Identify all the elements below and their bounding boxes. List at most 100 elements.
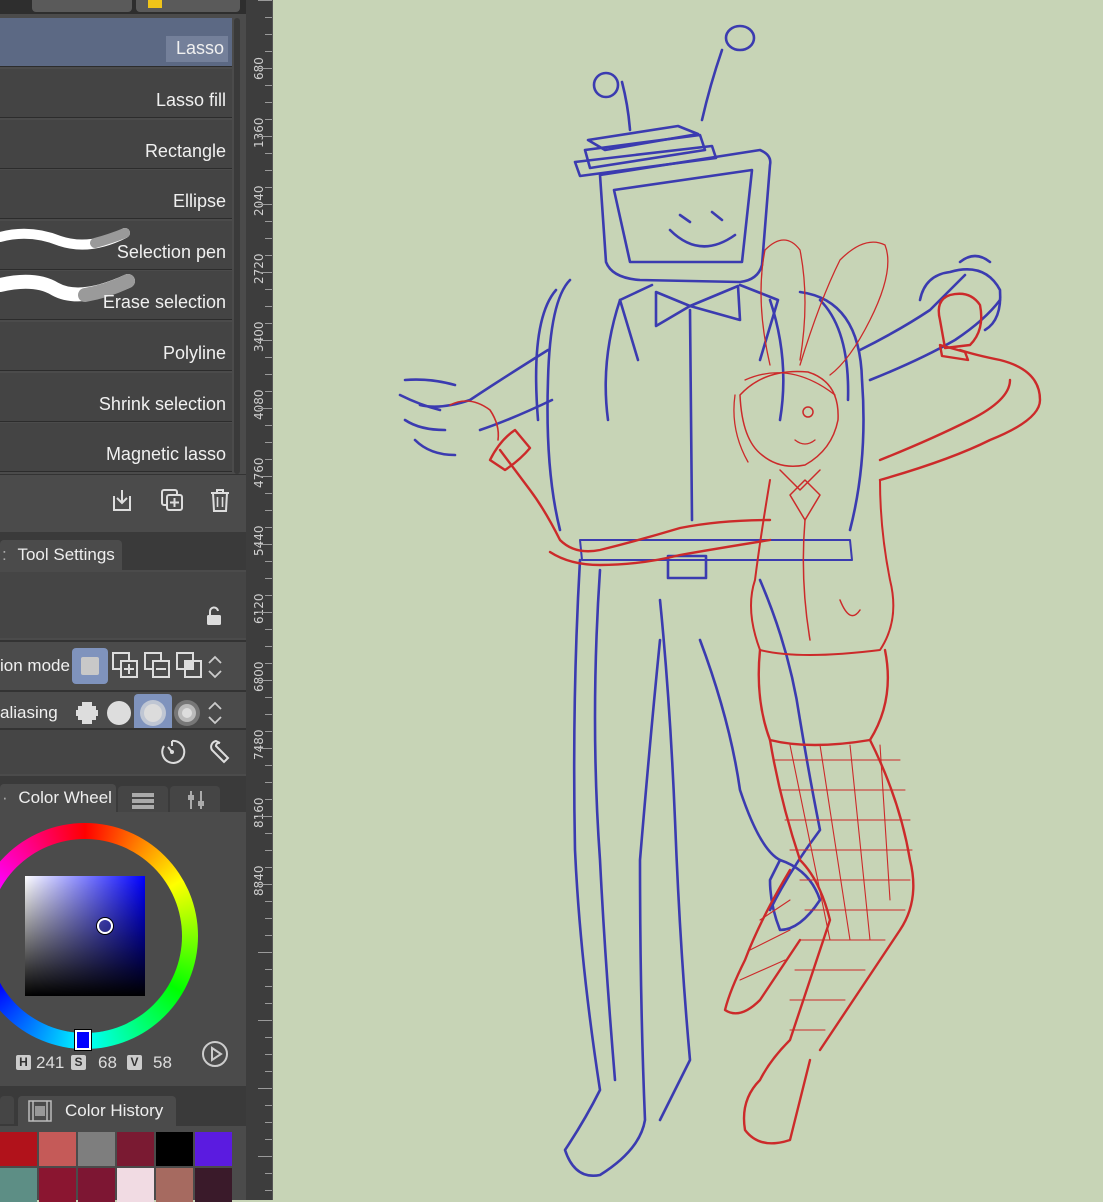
color-picker-handle[interactable]: [97, 918, 113, 934]
duplicate-icon[interactable]: [159, 487, 185, 513]
ruler-tick: [265, 867, 272, 868]
add-selection-icon[interactable]: [108, 648, 144, 684]
wrench-icon[interactable]: [206, 738, 234, 766]
tab-color-slider[interactable]: [118, 786, 168, 814]
hue-handle[interactable]: [75, 1030, 91, 1050]
sub-tool-scrollbar[interactable]: [234, 18, 240, 474]
subtool-label: Shrink selection: [98, 394, 226, 414]
ruler-tick: [265, 153, 272, 154]
ruler-label: 6800: [252, 661, 266, 692]
color-swatch[interactable]: [39, 1168, 76, 1202]
ruler-label: 5440: [252, 525, 266, 556]
stepper-icon[interactable]: [206, 698, 224, 728]
color-history-tabbar: Color History: [0, 1086, 246, 1126]
tab-color-wheel[interactable]: · Color Wheel: [0, 784, 116, 812]
sub-tool-list: Lasso Lasso fill Rectangle Ellipse Selec…: [0, 18, 232, 474]
ruler-tick: [265, 1139, 272, 1140]
subtool-lasso[interactable]: Lasso: [0, 18, 232, 67]
tab-prev[interactable]: [0, 1096, 14, 1124]
antialias-strong-icon[interactable]: [172, 698, 202, 728]
color-swatch[interactable]: [117, 1168, 154, 1202]
color-swatch[interactable]: [0, 1168, 37, 1202]
color-swatch[interactable]: [195, 1168, 232, 1202]
subtool-label: Ellipse: [172, 191, 226, 211]
sliders-icon: [132, 793, 154, 809]
ruler-tick: [265, 782, 272, 783]
tab-tool-settings[interactable]: : Tool Settings: [0, 540, 122, 570]
color-swatch[interactable]: [156, 1132, 193, 1166]
top-tab-1[interactable]: [32, 0, 132, 12]
subtool-label: Erase selection: [102, 292, 226, 312]
subtool-selection-pen[interactable]: Selection pen: [0, 221, 232, 270]
color-swatch[interactable]: [39, 1132, 76, 1166]
intersect-selection-icon[interactable]: [172, 648, 208, 684]
play-icon[interactable]: [201, 1040, 229, 1068]
ruler-tick: [265, 731, 272, 732]
ruler-tick: [265, 255, 272, 256]
subtool-lasso-fill[interactable]: Lasso fill: [0, 69, 232, 118]
saturation-value-square[interactable]: [25, 876, 145, 996]
ruler-tick: [265, 323, 272, 324]
subtool-ellipse[interactable]: Ellipse: [0, 170, 232, 219]
ruler-tick: [258, 340, 272, 341]
color-swatch[interactable]: [0, 1132, 37, 1166]
ruler-tick: [265, 646, 272, 647]
ruler-tick: [258, 68, 272, 69]
subtool-label: Polyline: [162, 343, 226, 363]
v-value: 58: [153, 1053, 172, 1072]
ruler-label: 8160: [252, 797, 266, 828]
subtool-erase-selection[interactable]: Erase selection: [0, 271, 232, 320]
antialias-medium-button[interactable]: [134, 694, 172, 732]
subtool-rectangle[interactable]: Rectangle: [0, 120, 232, 169]
ruler-tick: [265, 357, 272, 358]
import-icon[interactable]: [109, 487, 135, 513]
top-tab-2[interactable]: [136, 0, 240, 12]
color-swatch[interactable]: [156, 1168, 193, 1202]
ruler-tick: [258, 816, 272, 817]
ruler-tick: [265, 629, 272, 630]
subtract-selection-icon[interactable]: [140, 648, 176, 684]
ruler-tick: [265, 714, 272, 715]
subtool-label: Lasso fill: [155, 90, 226, 110]
ruler-tick: [265, 442, 272, 443]
color-history-grid: [0, 1130, 236, 1202]
selection-mode-label: ion mode: [0, 656, 70, 675]
ruler-tick: [265, 663, 272, 664]
top-tab-strip: [0, 0, 246, 14]
trash-icon[interactable]: [207, 487, 233, 513]
ruler-tick: [265, 119, 272, 120]
antialias-weak-icon[interactable]: [104, 698, 134, 728]
color-swatch[interactable]: [78, 1168, 115, 1202]
color-swatch[interactable]: [78, 1132, 115, 1166]
stepper-icon[interactable]: [206, 652, 224, 682]
subtool-magnetic-lasso[interactable]: Magnetic lasso: [0, 423, 232, 472]
subtool-label: Selection pen: [116, 242, 226, 262]
tab-color-set[interactable]: [170, 786, 220, 814]
blue-sketch: [398, 24, 1002, 1177]
s-value: 68: [98, 1053, 117, 1072]
ruler-tick: [258, 1088, 272, 1089]
pencil-icon: [148, 0, 162, 8]
tab-color-history[interactable]: Color History: [18, 1096, 176, 1126]
subtool-polyline[interactable]: Polyline: [0, 322, 232, 371]
adjust-sliders-icon: [188, 791, 204, 809]
drawing-canvas[interactable]: [273, 0, 1103, 1200]
ruler-tick: [265, 595, 272, 596]
aliased-icon[interactable]: [72, 698, 102, 728]
color-swatch[interactable]: [117, 1132, 154, 1166]
ruler-tick: [258, 612, 272, 613]
ruler-tick: [265, 102, 272, 103]
color-swatch[interactable]: [195, 1132, 232, 1166]
ruler-tick: [265, 221, 272, 222]
ruler-tick: [265, 1003, 272, 1004]
color-tabbar: · Color Wheel: [0, 776, 246, 814]
ruler-tick: [258, 272, 272, 273]
ruler-tick: [265, 833, 272, 834]
subtool-shrink-selection[interactable]: Shrink selection: [0, 373, 232, 422]
ruler-tick: [265, 765, 272, 766]
ruler-tick: [258, 204, 272, 205]
speedometer-icon[interactable]: [158, 738, 186, 766]
lock-icon[interactable]: [204, 606, 224, 626]
ruler-tick: [265, 1054, 272, 1055]
new-selection-button[interactable]: [72, 648, 108, 684]
